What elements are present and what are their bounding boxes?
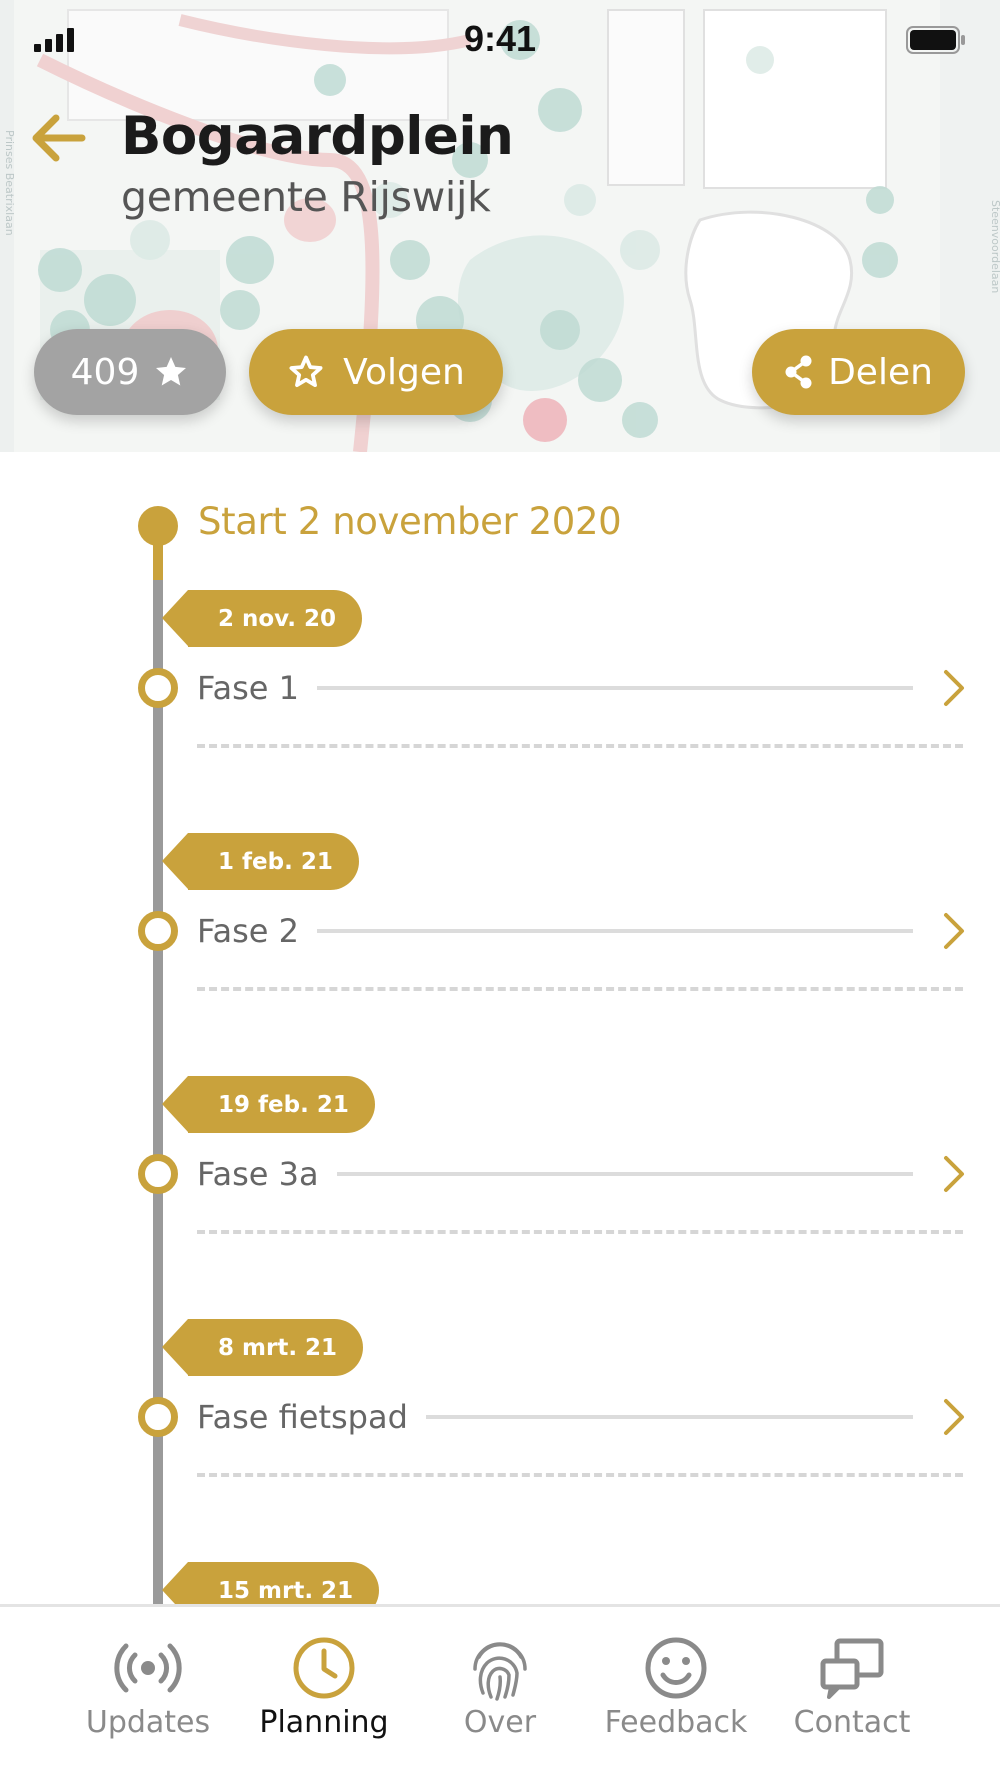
followers-count: 409 bbox=[70, 351, 140, 393]
fingerprint-icon bbox=[473, 1642, 527, 1701]
tab-over[interactable]: Over bbox=[412, 1635, 588, 1755]
phase-date-tag: 15 mrt. 21 bbox=[161, 1562, 380, 1604]
timeline-start-label: Start 2 november 2020 bbox=[198, 500, 622, 543]
tab-feedback[interactable]: Feedback bbox=[588, 1635, 764, 1755]
page-subtitle: gemeente Rijswijk bbox=[121, 173, 491, 221]
phase-date-tag: 19 feb. 21 bbox=[162, 1076, 375, 1133]
phase-row-fase-3a[interactable]: Fase 3a bbox=[197, 1148, 967, 1200]
follow-button[interactable]: Volgen bbox=[249, 329, 503, 415]
phase-date-tag: 1 feb. 21 bbox=[162, 833, 359, 890]
status-bar: 9:41 bbox=[0, 0, 1000, 80]
chevron-right-icon bbox=[944, 1399, 964, 1435]
follow-label: Volgen bbox=[343, 351, 465, 393]
clock-icon bbox=[293, 1637, 355, 1699]
chevron-right-icon bbox=[944, 1156, 964, 1192]
timeline-phase: 8 mrt. 21 Fase fietspad bbox=[0, 1319, 1000, 1559]
page-title: Bogaardplein bbox=[121, 106, 514, 167]
timeline-phase: 1 feb. 21 Fase 2 bbox=[0, 833, 1000, 1073]
phase-date: 19 feb. 21 bbox=[218, 1091, 349, 1118]
phase-date-tag: 8 mrt. 21 bbox=[161, 1319, 364, 1376]
broadcast-icon bbox=[114, 1643, 182, 1693]
tab-label: Planning bbox=[259, 1705, 389, 1740]
tab-label: Over bbox=[463, 1705, 537, 1740]
smiley-icon bbox=[645, 1637, 707, 1699]
phase-divider bbox=[197, 987, 963, 991]
phase-label: Fase 2 bbox=[197, 912, 299, 950]
phase-line bbox=[425, 1415, 913, 1419]
timeline-phase: 15 mrt. 21 bbox=[0, 1562, 1000, 1604]
tab-planning[interactable]: Planning bbox=[236, 1635, 412, 1755]
phase-row-fase-2[interactable]: Fase 2 bbox=[197, 905, 967, 957]
star-filled-icon bbox=[156, 357, 187, 386]
arrow-left-icon bbox=[32, 114, 86, 162]
phase-row-fase-fietspad[interactable]: Fase fietspad bbox=[197, 1391, 967, 1443]
share-icon bbox=[785, 355, 812, 389]
chevron-right-icon bbox=[944, 913, 964, 949]
tab-contact[interactable]: Contact bbox=[764, 1635, 940, 1755]
tab-bar: Updates Planning Over Feedback Contact bbox=[0, 1604, 1000, 1781]
share-label: Delen bbox=[828, 351, 933, 393]
phase-date: 2 nov. 20 bbox=[218, 605, 337, 632]
phase-node bbox=[138, 668, 178, 708]
back-button[interactable] bbox=[30, 112, 94, 168]
phase-divider bbox=[197, 1473, 963, 1477]
chat-screens-icon bbox=[820, 1638, 884, 1699]
timeline-start-dot bbox=[138, 506, 178, 546]
timeline-phase: 2 nov. 20 Fase 1 bbox=[0, 590, 1000, 830]
phase-date-tag: 2 nov. 20 bbox=[161, 590, 363, 647]
chevron-right-icon bbox=[944, 670, 964, 706]
tab-label: Feedback bbox=[604, 1705, 748, 1740]
phase-node bbox=[138, 911, 178, 951]
phase-row-fase-1[interactable]: Fase 1 bbox=[197, 662, 967, 714]
followers-count-badge: 409 bbox=[34, 329, 226, 415]
timeline-phase: 19 feb. 21 Fase 3a bbox=[0, 1076, 1000, 1316]
share-button[interactable]: Delen bbox=[752, 329, 965, 415]
star-outline-icon bbox=[289, 355, 323, 388]
header-map: Prinses Beatrixlaan Steenvoordelaan 9:41… bbox=[0, 0, 1000, 452]
phase-date: 8 mrt. 21 bbox=[218, 1334, 338, 1361]
tab-label: Contact bbox=[793, 1705, 911, 1740]
phase-date: 1 feb. 21 bbox=[218, 848, 333, 875]
phase-node bbox=[138, 1397, 178, 1437]
phase-line bbox=[336, 1172, 913, 1176]
phase-line bbox=[316, 929, 913, 933]
phase-label: Fase 3a bbox=[197, 1155, 319, 1193]
phase-divider bbox=[197, 1230, 963, 1234]
phase-line bbox=[316, 686, 913, 690]
phase-date: 15 mrt. 21 bbox=[218, 1577, 354, 1604]
phase-label: Fase fietspad bbox=[197, 1398, 408, 1436]
status-time: 9:41 bbox=[463, 18, 537, 59]
phase-label: Fase 1 bbox=[197, 669, 299, 707]
tab-label: Updates bbox=[85, 1705, 211, 1740]
phase-node bbox=[138, 1154, 178, 1194]
tab-updates[interactable]: Updates bbox=[60, 1635, 236, 1755]
battery-icon bbox=[906, 26, 965, 54]
phase-divider bbox=[197, 744, 963, 748]
